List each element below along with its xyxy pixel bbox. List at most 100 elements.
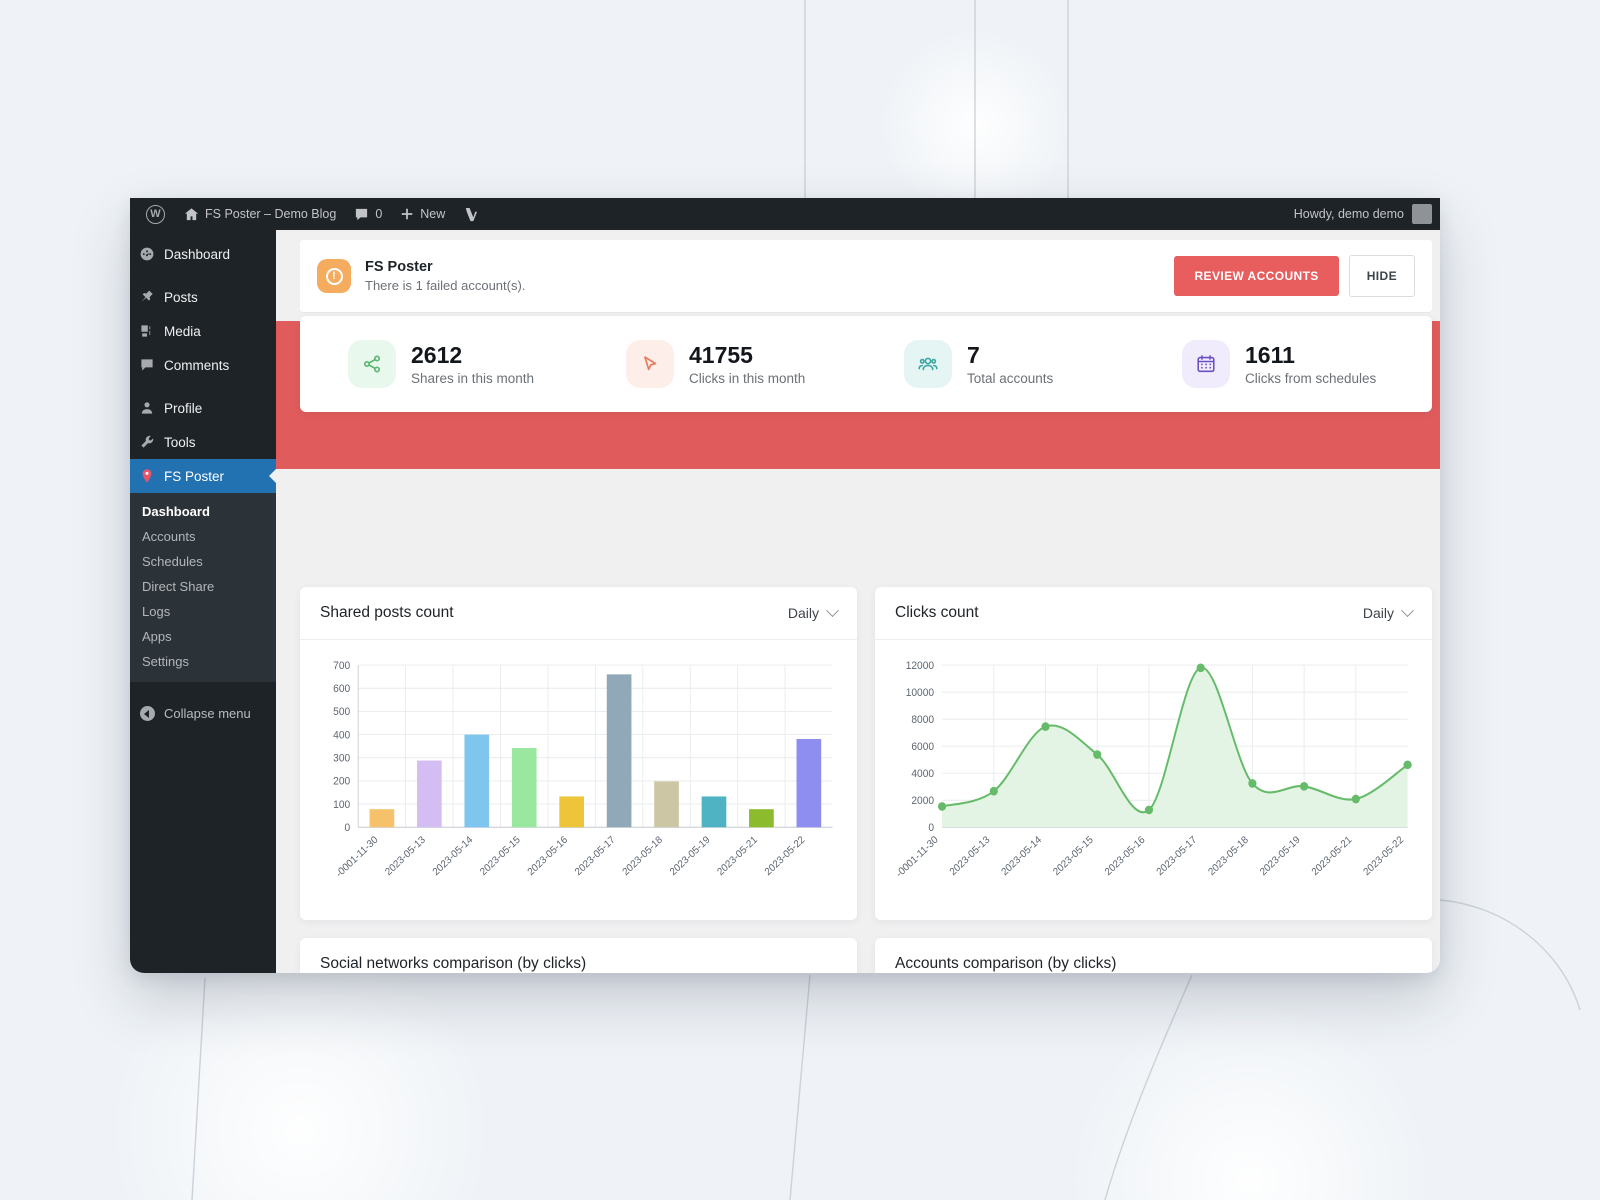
wordpress-logo-menu[interactable] (136, 198, 175, 230)
svg-text:2023-05-18: 2023-05-18 (621, 834, 666, 878)
sidebar-item-label: FS Poster (164, 468, 225, 484)
sidebar-item-media[interactable]: Media (130, 314, 276, 348)
submenu-item-accounts[interactable]: Accounts (130, 524, 276, 549)
adminbar-right: Howdy, demo demo (1294, 204, 1440, 224)
card-title: Clicks count (895, 604, 979, 621)
sidebar-item-label: Profile (164, 400, 203, 416)
dashboard-icon (140, 247, 154, 261)
svg-text:2023-05-14: 2023-05-14 (431, 834, 476, 878)
svg-text:10000: 10000 (906, 687, 935, 699)
wp-admin-bar: FS Poster – Demo Blog 0 New Howdy, demo … (130, 198, 1440, 230)
wordpress-logo-icon (146, 204, 165, 224)
svg-text:100: 100 (333, 799, 350, 811)
user-icon (141, 402, 153, 414)
svg-text:2023-05-17: 2023-05-17 (1155, 834, 1200, 878)
avatar[interactable] (1412, 204, 1432, 224)
sidebar-item-profile[interactable]: Profile (130, 391, 276, 425)
svg-text:6000: 6000 (911, 741, 934, 753)
comments-menu[interactable]: 0 (345, 198, 391, 230)
svg-text:700: 700 (333, 660, 350, 672)
sidebar-item-label: Comments (164, 357, 230, 373)
svg-text:2023-05-14: 2023-05-14 (1000, 834, 1045, 878)
chevron-down-icon (826, 603, 839, 617)
stat-caption: Clicks from schedules (1245, 371, 1377, 387)
sidebar-item-label: Posts (164, 289, 198, 305)
pin-icon (141, 290, 153, 302)
failed-accounts-notice: ! FS Poster There is 1 failed account(s)… (300, 240, 1432, 312)
comments-count: 0 (375, 207, 383, 221)
admin-content: ! FS Poster There is 1 failed account(s)… (276, 230, 1440, 973)
period-value: Daily (787, 605, 819, 621)
svg-text:500: 500 (333, 706, 350, 718)
card-title: Accounts comparison (by clicks) (895, 955, 1117, 972)
svg-text:4000: 4000 (911, 768, 934, 780)
review-accounts-button[interactable]: REVIEW ACCOUNTS (1174, 256, 1339, 296)
svg-text:2023-05-19: 2023-05-19 (668, 834, 713, 878)
svg-text:2023-05-22: 2023-05-22 (763, 834, 808, 878)
plus-icon (402, 208, 413, 220)
howdy-label: Howdy, demo demo (1293, 207, 1404, 221)
submenu-item-apps[interactable]: Apps (130, 624, 276, 649)
yoast-icon (466, 207, 478, 221)
svg-text:300: 300 (333, 752, 350, 764)
svg-text:0: 0 (928, 822, 934, 834)
svg-text:2023-05-21: 2023-05-21 (1310, 834, 1355, 878)
shared-posts-card: Shared posts count Daily 0 100 200 300 400 50… (300, 587, 857, 920)
wrench-icon (141, 435, 154, 448)
yoast-seo-menu[interactable] (454, 198, 487, 230)
stat-caption: Total accounts (967, 371, 1054, 387)
notice-title: FS Poster (365, 259, 433, 275)
submenu-item-logs[interactable]: Logs (130, 599, 276, 624)
svg-text:2023-05-16: 2023-05-16 (1103, 834, 1148, 878)
hide-notice-button[interactable]: HIDE (1348, 255, 1415, 297)
warning-circle-icon: ! (317, 259, 351, 293)
submenu-item-direct-share[interactable]: Direct Share (130, 574, 276, 599)
notice-actions: REVIEW ACCOUNTS HIDE (1174, 255, 1415, 297)
period-selector-clicks[interactable]: Daily (1362, 603, 1414, 621)
period-selector-shared-posts[interactable]: Daily (787, 603, 839, 621)
sidebar-item-tools[interactable]: Tools (130, 425, 276, 459)
collapse-menu-label: Collapse menu (164, 706, 251, 721)
svg-text:2023-05-16: 2023-05-16 (526, 834, 571, 878)
svg-text:2023-05-15: 2023-05-15 (478, 834, 523, 878)
collapse-menu-button[interactable]: Collapse menu (130, 694, 276, 733)
svg-text:2023-05-13: 2023-05-13 (948, 834, 993, 878)
period-value: Daily (1362, 605, 1394, 621)
svg-text:2023-05-17: 2023-05-17 (573, 834, 618, 878)
sidebar-item-label: Tools (164, 434, 196, 450)
wordpress-admin-window: FS Poster – Demo Blog 0 New Howdy, demo … (130, 198, 1440, 973)
card-header: Shared posts count Daily (300, 587, 857, 640)
calendar-icon (1197, 355, 1215, 373)
stat-schedule-clicks: 1611 Clicks from schedules (1144, 340, 1422, 388)
users-icon (918, 357, 938, 371)
social-comparison-card: Social networks comparison (by clicks) (300, 938, 857, 973)
svg-text:2023-05-21: 2023-05-21 (716, 834, 761, 878)
svg-text:600: 600 (333, 683, 350, 695)
sidebar-item-fs-poster[interactable]: FS Poster (130, 459, 277, 493)
svg-text:2023-05-19: 2023-05-19 (1258, 834, 1303, 878)
stat-value: 41755 (689, 341, 753, 368)
users-icon-badge (904, 340, 952, 388)
submenu-item-schedules[interactable]: Schedules (130, 549, 276, 574)
sidebar-item-comments[interactable]: Comments (130, 348, 276, 382)
collapse-arrow-icon (140, 706, 155, 721)
submenu-item-dashboard[interactable]: Dashboard (130, 499, 276, 524)
site-title: FS Poster – Demo Blog (205, 207, 337, 221)
stat-value: 1611 (1245, 341, 1295, 368)
svg-text:8000: 8000 (911, 714, 934, 726)
sidebar-item-posts[interactable]: Posts (130, 280, 276, 314)
new-content-menu[interactable]: New (391, 198, 454, 230)
submenu-item-settings[interactable]: Settings (130, 649, 276, 674)
sidebar-item-label: Dashboard (164, 246, 231, 262)
shared-posts-bar-chart: 0100200300400500600700-0001-11-30 2023-05… (333, 660, 833, 880)
svg-text:-0001-11-30: -0001-11-30 (334, 834, 380, 880)
site-name-menu[interactable]: FS Poster – Demo Blog (175, 198, 345, 230)
accounts-comparison-card: Accounts comparison (by clicks) (875, 938, 1432, 973)
card-header: Social networks comparison (by clicks) (300, 938, 857, 973)
stat-accounts: 7 Total accounts (866, 340, 1144, 388)
cursor-icon-badge (626, 340, 674, 388)
svg-text:2023-05-18: 2023-05-18 (1207, 834, 1252, 878)
sidebar-item-dashboard[interactable]: Dashboard (130, 237, 276, 271)
fs-poster-submenu: Dashboard Accounts Schedules Direct Shar… (130, 493, 276, 682)
fsposter-icon (142, 469, 152, 483)
